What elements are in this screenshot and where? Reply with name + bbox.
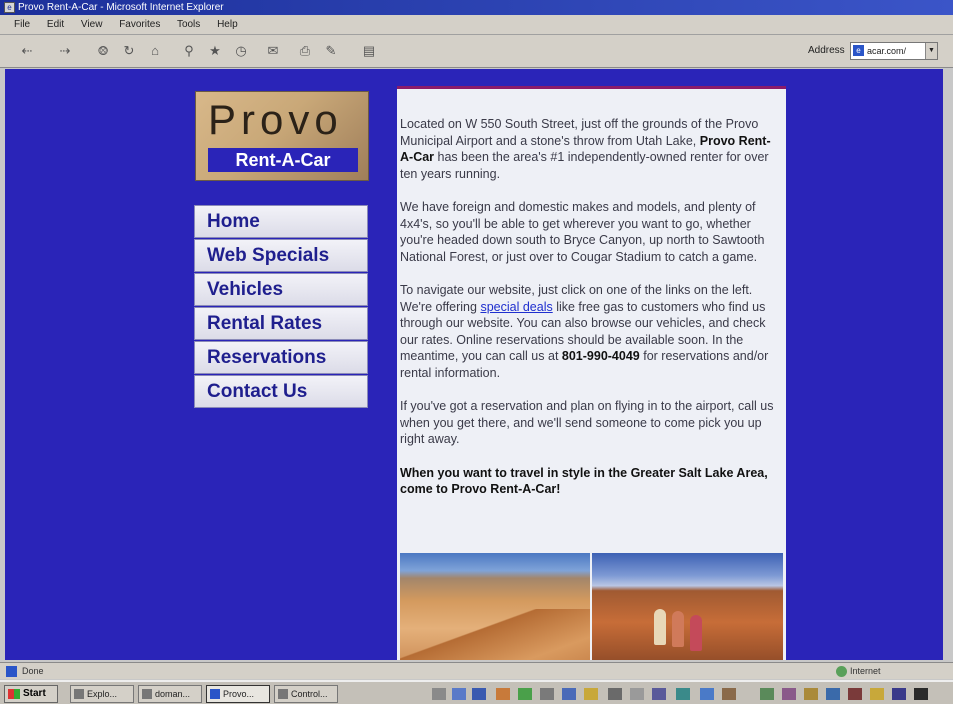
page-viewport: Provo Rent-A-Car Home Web Specials Vehic… (5, 69, 943, 660)
quicklaunch-icon[interactable] (584, 688, 598, 700)
tray-icon[interactable] (914, 688, 928, 700)
task-doman[interactable]: doman... (138, 685, 202, 703)
airport-paragraph: If you've got a reservation and plan on … (400, 399, 774, 446)
mail-icon[interactable]: ✉ (264, 43, 282, 59)
windows-flag-icon (8, 689, 20, 699)
quicklaunch-icon[interactable] (518, 688, 532, 700)
screen: e Provo Rent-A-Car - Microsoft Internet … (0, 0, 953, 704)
quicklaunch-icon[interactable] (452, 688, 466, 700)
address-value: acar.com/ (867, 46, 907, 56)
menu-favorites[interactable]: Favorites (119, 19, 160, 30)
hikers-photo (592, 553, 783, 660)
address-input[interactable]: e acar.com/ ▼ (850, 42, 938, 60)
intro-paragraph: Located on W 550 South Street, just off … (400, 117, 771, 181)
quicklaunch-icon[interactable] (652, 688, 666, 700)
menu-tools[interactable]: Tools (177, 19, 200, 30)
menu-help[interactable]: Help (217, 19, 238, 30)
window-title: Provo Rent-A-Car - Microsoft Internet Ex… (18, 2, 224, 13)
history-icon[interactable]: ◷ (232, 43, 250, 59)
quicklaunch-icon[interactable] (540, 688, 554, 700)
page-icon: e (853, 45, 864, 56)
tray-icon[interactable] (826, 688, 840, 700)
quicklaunch-icon[interactable] (432, 688, 446, 700)
quicklaunch-icon[interactable] (608, 688, 622, 700)
task-control[interactable]: Control... (274, 685, 338, 703)
quicklaunch-icon[interactable] (496, 688, 510, 700)
hiker-figure (672, 611, 684, 647)
task-provo[interactable]: Provo... (206, 685, 270, 703)
hiker-figure (690, 615, 702, 651)
stop-icon[interactable]: ⨷ (94, 43, 112, 59)
nav-contact-us[interactable]: Contact Us (194, 375, 368, 408)
toolbar: ⇠ ⇢ ⨷ ↻ ⌂ ⚲ ★ ◷ ✉ ⎙ ✎ ▤ Address e acar.c… (0, 35, 953, 68)
chevron-down-icon[interactable]: ▼ (925, 43, 937, 59)
back-arrow-icon[interactable]: ⇠ (18, 43, 36, 59)
menu-bar: File Edit View Favorites Tools Help (0, 15, 953, 35)
quicklaunch-icon[interactable] (700, 688, 714, 700)
nav-reservations[interactable]: Reservations (194, 341, 368, 374)
tray-icon[interactable] (804, 688, 818, 700)
home-icon[interactable]: ⌂ (146, 43, 164, 59)
quicklaunch-icon[interactable] (472, 688, 486, 700)
taskbar: Start Explo... doman... Provo... Control… (0, 680, 953, 704)
logo-tagline: Rent-A-Car (208, 148, 358, 172)
address-label: Address (808, 45, 845, 56)
ie-icon (210, 689, 220, 699)
phone-number: 801-990-4049 (561, 349, 640, 363)
page-status-icon (6, 666, 17, 677)
tray-icon[interactable] (782, 688, 796, 700)
nav-home[interactable]: Home (194, 205, 368, 238)
discuss-icon[interactable]: ▤ (360, 43, 378, 59)
quicklaunch-icon[interactable] (676, 688, 690, 700)
tray-icon[interactable] (892, 688, 906, 700)
tray-icon[interactable] (848, 688, 862, 700)
refresh-icon[interactable]: ↻ (120, 43, 138, 59)
status-bar: Done Internet (0, 662, 953, 679)
zone-text: Internet (850, 666, 881, 676)
nav-menu: Home Web Specials Vehicles Rental Rates … (194, 205, 368, 409)
edit-icon[interactable]: ✎ (322, 43, 340, 59)
tagline-paragraph: When you want to travel in style in the … (400, 465, 768, 497)
quicklaunch-icon[interactable] (630, 688, 644, 700)
content-panel: Located on W 550 South Street, just off … (397, 86, 786, 660)
dune-shape (400, 609, 590, 660)
folder-icon (74, 689, 84, 699)
favorites-icon[interactable]: ★ (206, 43, 224, 59)
search-icon[interactable]: ⚲ (180, 43, 198, 59)
status-text: Done (22, 666, 44, 676)
nav-rental-rates[interactable]: Rental Rates (194, 307, 368, 340)
menu-file[interactable]: File (14, 19, 30, 30)
forward-arrow-icon[interactable]: ⇢ (56, 43, 74, 59)
internet-zone-icon (836, 666, 847, 677)
vehicles-paragraph: We have foreign and domestic makes and m… (400, 200, 765, 264)
ie-app-icon: e (4, 2, 15, 13)
control-panel-icon (278, 689, 288, 699)
nav-web-specials[interactable]: Web Specials (194, 239, 368, 272)
quicklaunch-icon[interactable] (562, 688, 576, 700)
provo-logo[interactable]: Provo Rent-A-Car (195, 91, 369, 181)
menu-edit[interactable]: Edit (47, 19, 64, 30)
special-deals-link[interactable]: special deals (480, 300, 552, 314)
navigation-paragraph: To navigate our website, just click on o… (400, 283, 769, 380)
quicklaunch-icon[interactable] (722, 688, 736, 700)
tray-icon[interactable] (760, 688, 774, 700)
start-button[interactable]: Start (4, 685, 58, 703)
menu-view[interactable]: View (81, 19, 103, 30)
sand-dunes-photo (400, 553, 590, 660)
title-bar: e Provo Rent-A-Car - Microsoft Internet … (0, 0, 953, 15)
window-icon (142, 689, 152, 699)
print-icon[interactable]: ⎙ (296, 43, 314, 59)
task-explorer[interactable]: Explo... (70, 685, 134, 703)
hiker-figure (654, 609, 666, 645)
tray-icon[interactable] (870, 688, 884, 700)
nav-vehicles[interactable]: Vehicles (194, 273, 368, 306)
logo-name: Provo (208, 96, 343, 143)
photo-strip (400, 553, 783, 660)
